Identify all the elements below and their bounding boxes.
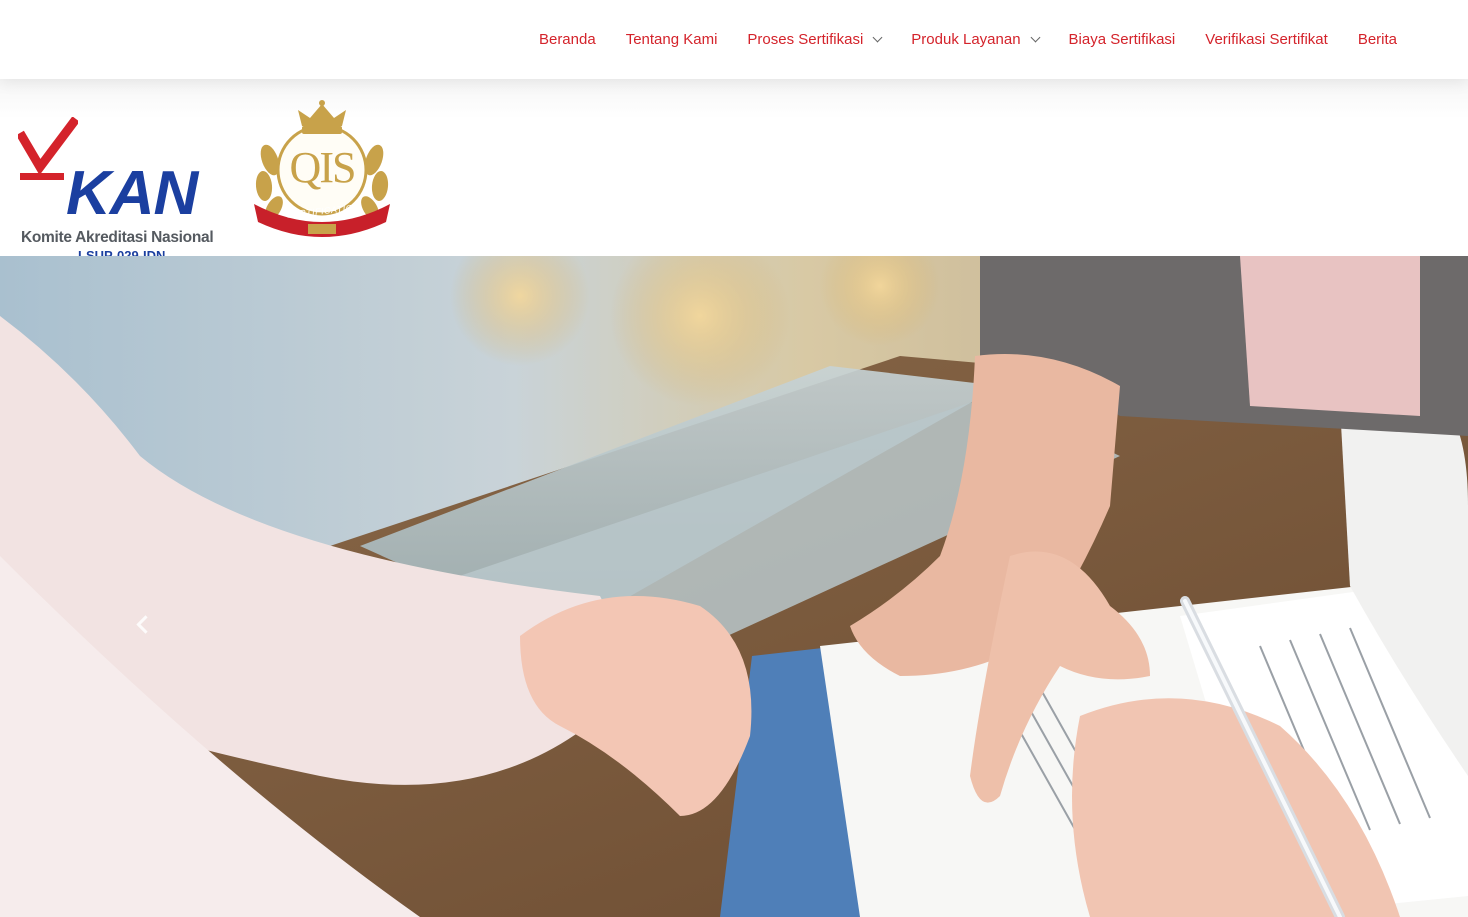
nav-item-label: Produk Layanan [911,31,1021,48]
nav-item-label: Tentang Kami [625,31,718,48]
hero-slider [0,256,1468,917]
qis-certification-logo: QIS CERTIFICATION [250,100,394,240]
nav-item-label: Verifikasi Sertifikat [1205,31,1328,48]
kan-subtitle: Komite Akreditasi Nasional [21,229,214,246]
chevron-down-icon [872,32,883,43]
nav-item-label: Beranda [538,31,596,48]
nav-item-label: Proses Sertifikasi [747,31,864,48]
accreditation-logos: KAN Komite Akreditasi Nasional LSUP-029-… [0,79,1468,263]
nav-item-produk-layanan[interactable]: Produk Layanan [911,31,1040,48]
chevron-down-icon [1030,32,1040,43]
nav-item-biaya-sertifikasi[interactable]: Biaya Sertifikasi [1069,31,1176,48]
nav-item-beranda[interactable]: Beranda [539,31,596,48]
nav-item-label: Berita [1357,31,1397,48]
nav-item-berita[interactable]: Berita [1358,31,1397,48]
hero-image [0,256,1468,917]
main-menu: Beranda Tentang Kami Proses Sertifikasi … [539,0,1397,79]
kan-logo: KAN Komite Akreditasi Nasional LSUP-029-… [18,117,232,263]
slider-prev-arrow[interactable] [133,613,155,635]
nav-item-label: Biaya Sertifikasi [1068,31,1176,48]
top-navbar: Beranda Tentang Kami Proses Sertifikasi … [0,0,1468,79]
kan-wordmark: KAN [66,159,198,228]
nav-item-tentang-kami[interactable]: Tentang Kami [626,31,718,48]
qis-monogram: QIS [289,143,357,192]
nav-item-proses-sertifikasi[interactable]: Proses Sertifikasi [747,31,883,48]
nav-item-verifikasi-sertifikat[interactable]: Verifikasi Sertifikat [1205,31,1328,48]
